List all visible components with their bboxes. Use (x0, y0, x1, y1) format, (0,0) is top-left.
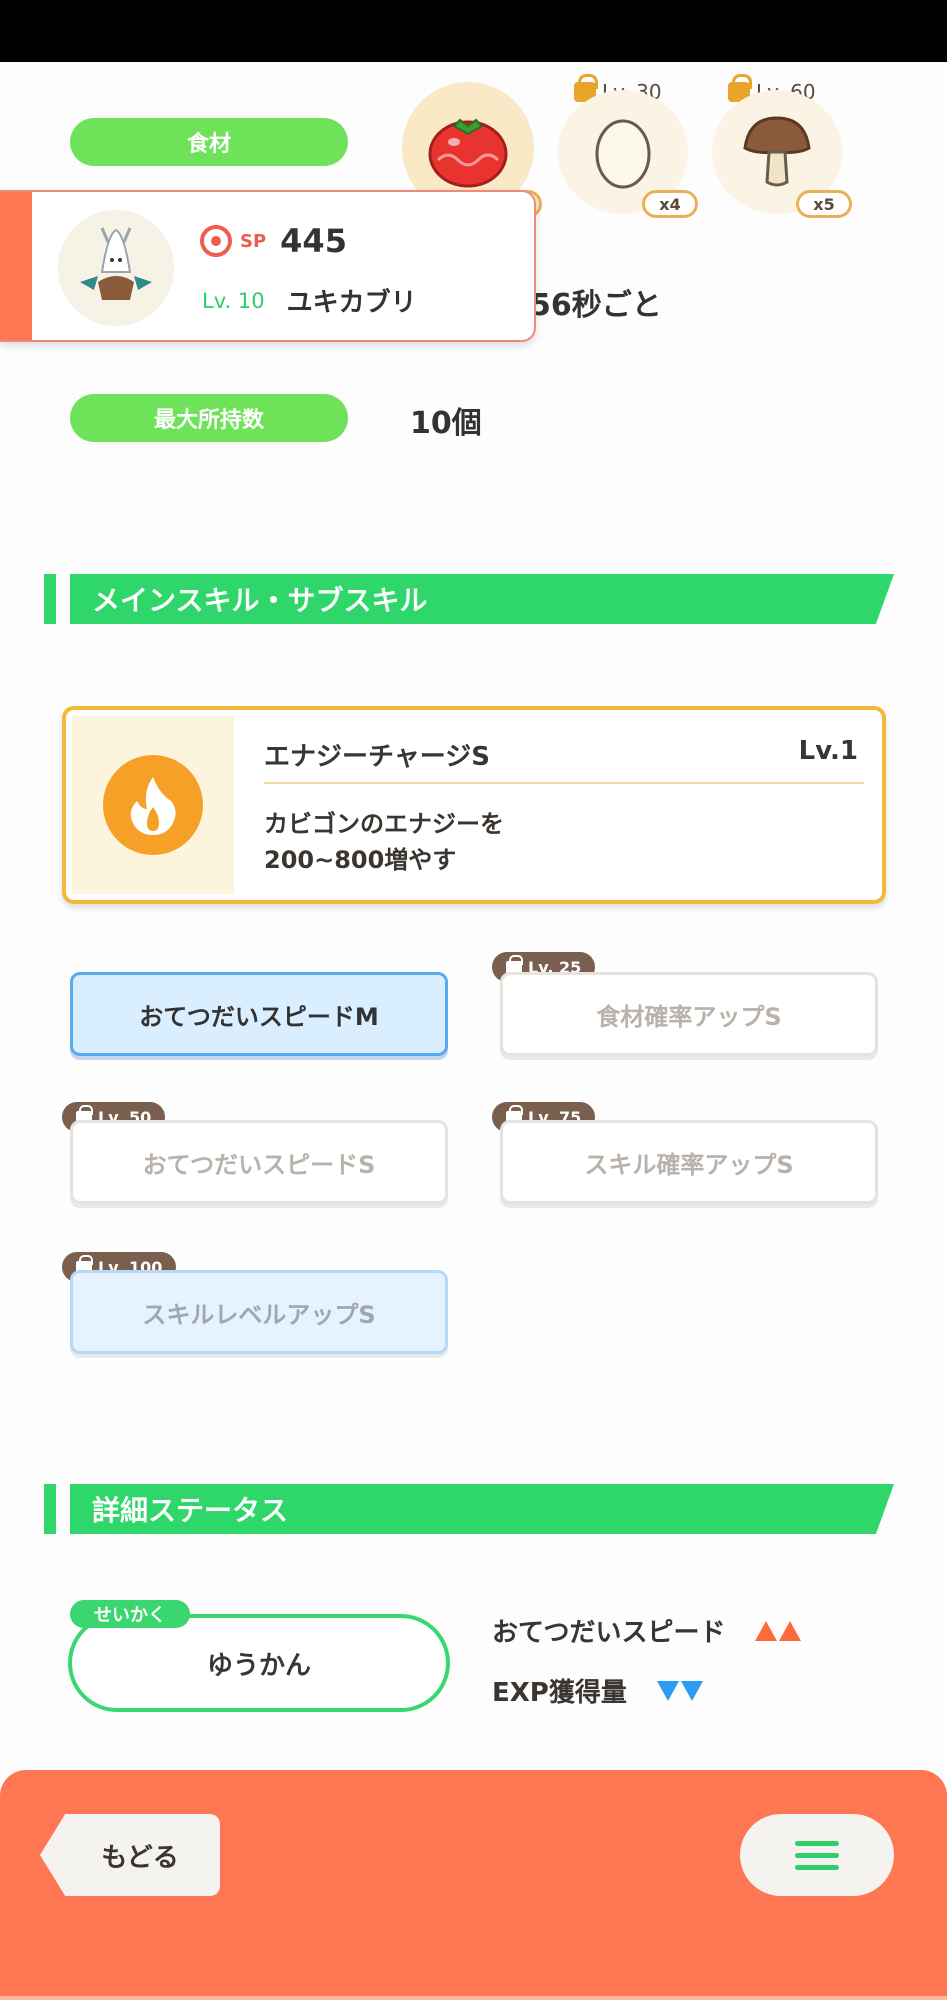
max-carry-label-pill: 最大所持数 (70, 394, 348, 442)
mushroom-quantity-badge: x5 (796, 190, 852, 218)
skills-section-title: メインスキル・サブスキル (70, 574, 894, 624)
sub-skill-4[interactable]: スキル確率アップS (500, 1120, 878, 1204)
sub-skill-5[interactable]: スキルレベルアップS (70, 1270, 448, 1354)
ingredients-label: 食材 (186, 132, 231, 157)
pokemon-level: Lv. 10 (202, 288, 265, 313)
mushroom-quantity: x5 (813, 194, 835, 214)
pokemon-name: ユキカブリ (286, 288, 417, 318)
effect-down-label: EXP獲得量 (492, 1678, 627, 1708)
section-tick (44, 574, 56, 624)
details-section-header: 詳細ステータス (44, 1484, 894, 1534)
max-carry-value: 10個 (410, 406, 482, 441)
sp-row: SP 445 (200, 222, 347, 260)
ingredients-label-pill: 食材 (70, 118, 348, 166)
details-section-title: 詳細ステータス (70, 1484, 894, 1534)
main-skill-divider (264, 782, 864, 784)
sub-skill-2[interactable]: 食材確率アップS (500, 972, 878, 1056)
main-skill-card[interactable]: エナジーチャージS Lv.1 カビゴンのエナジーを 200~800増やす (62, 706, 886, 904)
effect-up-label: おてつだいスピード (492, 1618, 726, 1648)
nature-tag-label: せいかく (94, 1605, 166, 1626)
egg-quantity-badge: x4 (642, 190, 698, 218)
sub-skill-1[interactable]: おてつだいスピードM (70, 972, 448, 1056)
pokemon-avatar (58, 210, 174, 326)
main-skill-name: エナジーチャージS (264, 742, 490, 772)
section-tick (44, 1484, 56, 1534)
sub-skill-3-label: おてつだいスピードS (142, 1150, 376, 1179)
main-skill-desc-line1: カビゴンのエナジーを (264, 810, 504, 838)
level-name-row: Lv. 10 ユキカブリ (202, 282, 417, 319)
double-up-arrow-icon (755, 1620, 802, 1641)
pokemon-summary-card[interactable]: SP 445 Lv. 10 ユキカブリ (0, 190, 536, 342)
snover-icon (80, 227, 152, 300)
flame-icon (130, 777, 176, 835)
nature-effect-up: おてつだいスピード (492, 1612, 802, 1649)
pokeball-icon (200, 225, 232, 257)
sp-value: 445 (280, 222, 347, 260)
energy-charge-icon (103, 755, 203, 855)
back-button[interactable]: もどる (40, 1814, 220, 1896)
mushroom-icon (743, 116, 811, 187)
sub-skill-1-label: おてつだいスピードM (139, 1002, 379, 1031)
nature-effect-down: EXP獲得量 (492, 1672, 703, 1709)
sub-skill-4-label: スキル確率アップS (584, 1150, 794, 1179)
sp-label: SP (240, 230, 267, 252)
sub-skill-5-label: スキルレベルアップS (142, 1300, 376, 1329)
back-button-label: もどる (101, 1842, 179, 1873)
sub-skill-2-label: 食材確率アップS (596, 1002, 782, 1031)
egg-icon (595, 119, 651, 189)
main-skill-description: カビゴンのエナジーを 200~800増やす (264, 806, 504, 878)
tomato-icon (428, 118, 508, 188)
max-carry-label: 最大所持数 (153, 408, 264, 433)
menu-button[interactable] (740, 1814, 894, 1896)
status-bar (0, 0, 947, 62)
nature-value: ゆうかん (206, 1650, 311, 1681)
nature-tag: せいかく (70, 1600, 190, 1628)
main-skill-icon-area (72, 716, 234, 894)
card-accent-stripe (0, 192, 32, 340)
egg-quantity: x4 (659, 194, 681, 214)
hamburger-icon (795, 1840, 839, 1870)
sub-skill-3[interactable]: おてつだいスピードS (70, 1120, 448, 1204)
main-skill-desc-line2: 200~800増やす (264, 846, 457, 874)
double-down-arrow-icon (656, 1680, 703, 1701)
skills-section-header: メインスキル・サブスキル (44, 574, 894, 624)
nature-box: ゆうかん (68, 1614, 450, 1712)
main-skill-level: Lv.1 (798, 736, 858, 766)
